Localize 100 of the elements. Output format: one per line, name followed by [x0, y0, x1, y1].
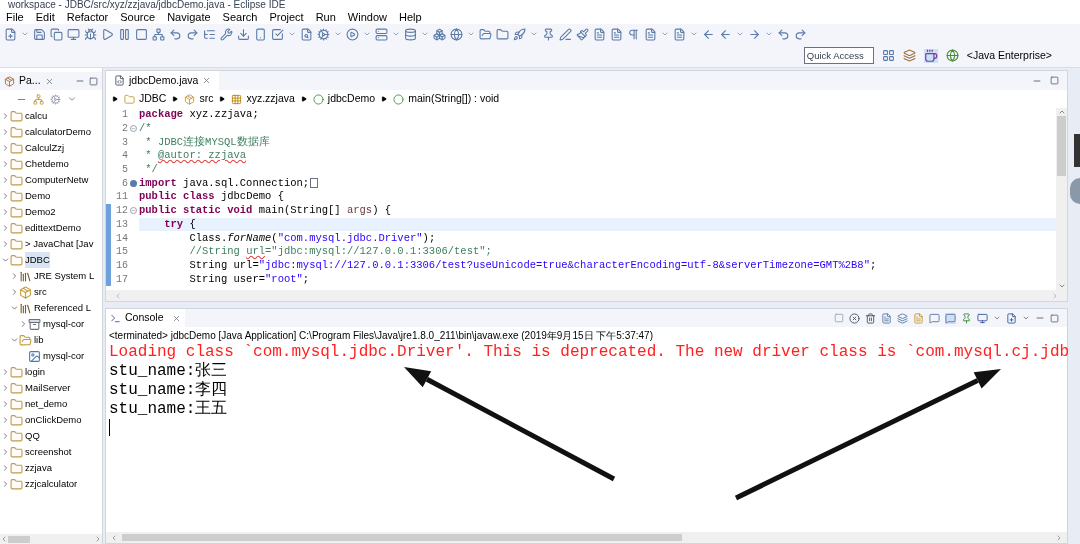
panel-tab[interactable]: Pa...: [19, 73, 41, 89]
caret-icon[interactable]: [421, 30, 429, 38]
chevron-right-icon[interactable]: [1, 479, 10, 489]
scrollbar-thumb[interactable]: [122, 534, 682, 541]
caret-icon[interactable]: [530, 30, 538, 38]
globe-icon[interactable]: [450, 27, 463, 41]
new-file-icon[interactable]: [4, 27, 17, 41]
pen-icon[interactable]: [559, 27, 572, 41]
tree-item[interactable]: lib: [34, 332, 44, 348]
breadcrumb-item[interactable]: src: [199, 91, 214, 107]
maximize-icon[interactable]: [89, 76, 98, 86]
chevron-right-icon[interactable]: [1, 367, 10, 377]
chevron-right-icon[interactable]: [1, 143, 10, 153]
wrench-icon[interactable]: [220, 27, 233, 41]
menu-item[interactable]: Project: [263, 10, 310, 24]
chevron-right-icon[interactable]: [1, 399, 10, 409]
show-on-error-icon[interactable]: [945, 312, 956, 324]
tree-item[interactable]: Demo: [25, 188, 51, 204]
word-wrap-icon[interactable]: [913, 312, 924, 324]
scroll-up-icon[interactable]: [1057, 108, 1066, 116]
display-console-icon[interactable]: [977, 312, 988, 324]
caret-icon[interactable]: [363, 30, 371, 38]
tree-item[interactable]: zzjava: [25, 460, 52, 476]
link-icon[interactable]: [33, 93, 44, 105]
close-icon[interactable]: [202, 76, 212, 85]
caret-icon[interactable]: [661, 30, 669, 38]
pin-icon[interactable]: [961, 312, 972, 324]
globe-icon[interactable]: [945, 49, 959, 62]
network-icon[interactable]: [152, 27, 165, 41]
remove-icon[interactable]: [849, 312, 860, 324]
chevron-right-icon[interactable]: [1, 207, 10, 217]
caret-icon[interactable]: [334, 30, 342, 38]
chevron-down-icon[interactable]: [1, 255, 10, 265]
tree-item[interactable]: onClickDemo: [25, 412, 82, 428]
list-icon[interactable]: [203, 27, 216, 41]
phone-icon[interactable]: [254, 27, 267, 41]
menu-item[interactable]: File: [0, 10, 30, 24]
scroll-left-icon[interactable]: [0, 535, 8, 543]
play-icon[interactable]: [101, 27, 114, 41]
menu-item[interactable]: Refactor: [60, 10, 115, 24]
menu-item[interactable]: Source: [114, 10, 162, 24]
perspective-icon[interactable]: [902, 49, 916, 62]
scroll-lock-icon[interactable]: [897, 312, 908, 324]
tree-item[interactable]: login: [25, 364, 46, 380]
close-icon[interactable]: [171, 313, 181, 323]
menu-item[interactable]: Window: [341, 10, 393, 24]
run-icon[interactable]: [346, 27, 359, 41]
chevron-right-icon[interactable]: [1, 127, 10, 137]
chevron-right-icon[interactable]: [1, 447, 10, 457]
chevron-right-icon[interactable]: [1, 111, 10, 121]
document-icon[interactable]: [644, 27, 657, 41]
show-on-output-icon[interactable]: [929, 312, 940, 324]
download-icon[interactable]: [237, 27, 250, 41]
tree-item[interactable]: CalculZzj: [25, 140, 65, 156]
back-icon[interactable]: [719, 27, 732, 41]
caret-icon[interactable]: [736, 30, 744, 38]
tree-item[interactable]: > JavaChat [Jav: [25, 236, 94, 252]
vertical-scrollbar[interactable]: [1056, 108, 1067, 290]
caret-icon[interactable]: [690, 30, 698, 38]
scroll-down-icon[interactable]: [1057, 282, 1066, 290]
tree-item[interactable]: mysql-cor: [43, 348, 85, 364]
caret-icon[interactable]: [392, 30, 400, 38]
fold-expand-icon[interactable]: [129, 179, 137, 187]
new-console-icon[interactable]: [1006, 312, 1017, 324]
gear-icon[interactable]: [317, 27, 330, 41]
breadcrumb-item[interactable]: main(String[]) : void: [408, 91, 500, 107]
folder-icon[interactable]: [479, 27, 492, 41]
breadcrumb-item[interactable]: JDBC: [139, 91, 167, 107]
maximize-icon[interactable]: [1050, 76, 1059, 85]
editor-tab[interactable]: jdbcDemo.java: [106, 71, 220, 90]
caret-icon[interactable]: [765, 30, 773, 38]
chevron-right-icon[interactable]: [10, 287, 19, 297]
scrollbar-thumb[interactable]: [1057, 116, 1066, 176]
gear-icon[interactable]: [50, 93, 61, 105]
save-all-icon[interactable]: [50, 27, 63, 41]
chevron-right-icon[interactable]: [19, 319, 28, 329]
checkbox-icon[interactable]: [271, 27, 284, 41]
folder-icon[interactable]: [496, 27, 509, 41]
perspective-label[interactable]: <Java Enterprise>: [966, 47, 1052, 64]
document-icon[interactable]: [593, 27, 606, 41]
caret-icon[interactable]: [288, 30, 296, 38]
tree-item[interactable]: src: [34, 284, 47, 300]
chevron-right-icon[interactable]: [1, 415, 10, 425]
chevron-right-icon[interactable]: [1, 463, 10, 473]
tree-item[interactable]: Demo2: [25, 204, 56, 220]
chevron-right-icon[interactable]: [1, 223, 10, 233]
server-icon[interactable]: [375, 27, 388, 41]
tree-item[interactable]: Chetdemo: [25, 156, 69, 172]
document-icon[interactable]: [610, 27, 623, 41]
menu-item[interactable]: Edit: [29, 10, 61, 24]
pin-icon[interactable]: [542, 27, 555, 41]
brush-icon[interactable]: [576, 27, 589, 41]
tree-item[interactable]: screenshot: [25, 444, 72, 460]
breadcrumb-item[interactable]: xyz.zzjava: [246, 91, 295, 107]
remove-all-icon[interactable]: [865, 312, 876, 324]
monitor-icon[interactable]: [67, 27, 80, 41]
tree-item[interactable]: QQ: [25, 428, 40, 444]
scroll-left-icon[interactable]: [110, 533, 118, 542]
scroll-left-icon[interactable]: [114, 291, 122, 300]
redo-icon[interactable]: [794, 27, 807, 41]
